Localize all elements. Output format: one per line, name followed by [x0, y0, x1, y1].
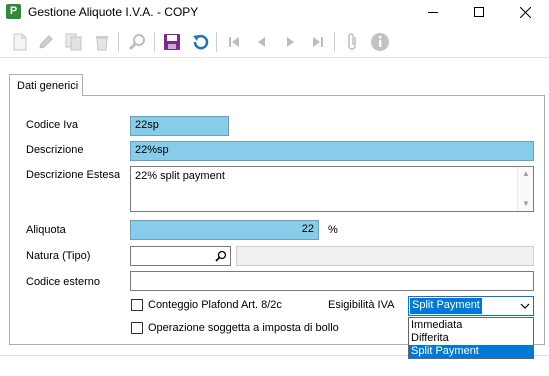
first-record-button[interactable]: [222, 30, 246, 54]
codice-esterno-label: Codice esterno: [26, 276, 100, 288]
new-button[interactable]: [8, 30, 32, 54]
conteggio-plafond-checkbox[interactable]: [131, 299, 143, 311]
window-title: Gestione Aliquote I.V.A. - COPY: [28, 5, 199, 19]
descrizione-estesa-label: Descrizione Estesa: [26, 169, 121, 181]
dropdown-option-differita[interactable]: Differita: [409, 332, 533, 345]
textarea-scrollbar[interactable]: ▲ ▼: [517, 167, 533, 211]
close-button[interactable]: [502, 0, 548, 24]
operazione-bollo-checkbox[interactable]: [131, 322, 143, 334]
close-icon: [519, 6, 531, 18]
copy-icon: [65, 33, 82, 51]
dropdown-option-immediata[interactable]: Immediata: [409, 319, 533, 332]
toolbar-separator: [334, 32, 335, 52]
esigibilita-selected-value: Split Payment: [410, 298, 482, 314]
minimize-icon: [428, 11, 438, 13]
info-button[interactable]: [368, 30, 392, 54]
last-record-button[interactable]: [306, 30, 330, 54]
previous-record-button[interactable]: [250, 30, 274, 54]
save-button[interactable]: [160, 30, 184, 54]
previous-record-icon: [258, 37, 265, 47]
toolbar-separator: [118, 32, 119, 52]
attach-button[interactable]: [340, 30, 364, 54]
next-record-icon: [287, 37, 294, 47]
maximize-icon: [474, 7, 484, 17]
save-icon: [164, 34, 180, 50]
aliquota-unit: %: [328, 224, 338, 236]
scroll-up-icon[interactable]: ▲: [522, 170, 530, 178]
last-record-icon: [313, 37, 323, 47]
chevron-down-icon[interactable]: [516, 297, 533, 315]
natura-label: Natura (Tipo): [26, 250, 91, 262]
delete-button[interactable]: [90, 30, 114, 54]
descrizione-estesa-textarea[interactable]: 22% split payment ▲ ▼: [130, 166, 534, 212]
toolbar-separator: [154, 32, 155, 52]
search-icon: [129, 34, 145, 51]
maximize-button[interactable]: [456, 0, 502, 24]
tab-label: Dati generici: [17, 80, 79, 92]
codice-esterno-input[interactable]: [130, 271, 534, 291]
esigibilita-dropdown-list: Immediata Differita Split Payment: [408, 317, 534, 359]
minimize-button[interactable]: [410, 0, 456, 24]
copy-button[interactable]: [62, 30, 86, 54]
trash-icon: [96, 36, 108, 51]
toolbar: [0, 26, 549, 58]
aliquota-label: Aliquota: [26, 224, 66, 236]
search-button[interactable]: [126, 30, 150, 54]
descrizione-input[interactable]: 22%sp: [130, 141, 534, 161]
operazione-bollo-label: Operazione soggetta a imposta di bollo: [148, 322, 339, 334]
next-record-button[interactable]: [278, 30, 302, 54]
pencil-icon: [39, 35, 53, 49]
codice-iva-label: Codice Iva: [26, 119, 78, 131]
paperclip-icon: [348, 33, 356, 50]
dropdown-option-split-payment[interactable]: Split Payment: [409, 345, 533, 358]
esigibilita-select[interactable]: Split Payment: [408, 296, 534, 316]
edit-button[interactable]: [34, 30, 58, 54]
toolbar-separator: [216, 32, 217, 52]
new-document-icon: [13, 33, 27, 51]
undo-icon: [193, 35, 209, 50]
conteggio-plafond-label: Conteggio Plafond Art. 8/2c: [148, 299, 282, 311]
descrizione-estesa-text: 22% split payment: [135, 170, 225, 182]
natura-input[interactable]: [130, 246, 231, 266]
app-logo-icon: P: [6, 4, 21, 19]
info-icon: [371, 33, 389, 51]
scroll-down-icon[interactable]: ▼: [522, 200, 530, 208]
tab-dati-generici[interactable]: Dati generici: [9, 74, 83, 96]
codice-iva-input[interactable]: 22sp: [130, 116, 229, 136]
search-icon[interactable]: [215, 250, 227, 262]
aliquota-input[interactable]: 22: [130, 220, 319, 240]
first-record-icon: [229, 37, 239, 47]
undo-button[interactable]: [188, 30, 212, 54]
descrizione-label: Descrizione: [26, 144, 84, 156]
esigibilita-label: Esigibilità IVA: [328, 299, 395, 311]
title-bar: P Gestione Aliquote I.V.A. - COPY: [0, 0, 549, 24]
natura-description: [236, 246, 534, 266]
